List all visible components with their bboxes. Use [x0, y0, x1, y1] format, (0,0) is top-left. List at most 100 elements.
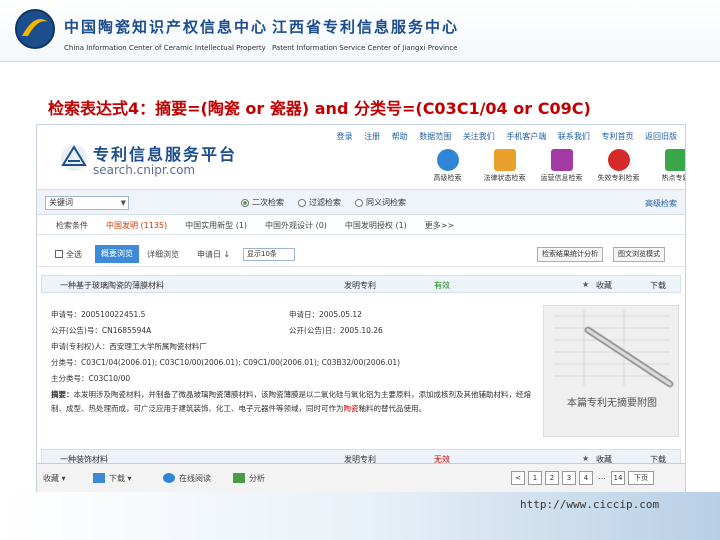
per-page-value: 显示10条 [247, 250, 277, 258]
stats-analysis-button[interactable]: 检索结果统计分析 [537, 247, 603, 262]
pub-date-field: 公开(公告)日：2005.10.26 [289, 326, 383, 335]
top-link[interactable]: 数据范围 [419, 132, 451, 141]
app-date-value: 2005.05.12 [319, 310, 362, 319]
top-link[interactable]: 联系我们 [558, 132, 590, 141]
top-link[interactable]: 关注我们 [463, 132, 495, 141]
ipc-field: 分类号：C03C1/04(2006.01); C03C10/00(2006.01… [51, 358, 401, 367]
app-no-value: 200510022451.5 [81, 310, 146, 319]
top-link[interactable]: 返回旧版 [645, 132, 677, 141]
folder-icon [550, 149, 573, 171]
tab-more[interactable]: 更多>> [416, 217, 463, 234]
search-mode-radios: 二次检索 过滤检索 同义词检索 [241, 197, 420, 208]
keyword-highlight: 陶瓷 [343, 404, 359, 413]
abstract-drawing-placeholder: 本篇专利无摘要附图 [543, 305, 679, 437]
pagination: < 1 2 3 4 … 14 下页 [511, 471, 657, 485]
advanced-search-link[interactable]: 高级检索 [645, 198, 677, 209]
nav-label: 运营信息检索 [540, 174, 583, 182]
favorite-button[interactable]: 收藏 [596, 280, 612, 291]
applicant-value: 西安理工大学所属陶瓷材料厂 [109, 342, 207, 351]
chart-icon [233, 473, 245, 483]
search-bar: 关键词 ▼ 二次检索 过滤检索 同义词检索 高级检索 [37, 189, 685, 215]
main-nav: 高级检索 法律状态检索 运营信息检索 失效专利检索 热点专题 [419, 149, 686, 189]
brand-url: search.cnipr.com [93, 163, 196, 177]
org-logo-icon [15, 9, 55, 49]
checkbox-icon [55, 250, 63, 258]
analysis-button[interactable]: 分析 [233, 473, 265, 484]
top-link[interactable]: 登录 [337, 132, 353, 141]
ipc-value: C03C1/04(2006.01); C03C10/00(2006.01); C… [81, 358, 401, 367]
chevron-down-icon: ▼ [120, 199, 126, 207]
page-prev[interactable]: < [511, 471, 525, 485]
page-ellipsis: … [598, 473, 606, 481]
radio-label: 过滤检索 [309, 198, 341, 207]
no-drawing-label: 本篇专利无摘要附图 [567, 398, 657, 409]
app-date-field: 申请日：2005.05.12 [289, 310, 362, 319]
page-button[interactable]: 14 [611, 471, 625, 485]
nav-legal-search[interactable]: 法律状态检索 [476, 149, 533, 189]
record-header: 一种基于玻璃陶瓷的薄膜材料 发明专利 有效 ★ 收藏 下载 [41, 275, 681, 293]
tab-cn-invention[interactable]: 中国发明 (1135) [97, 217, 176, 234]
alert-icon [607, 149, 630, 171]
star-icon[interactable]: ★ [582, 454, 589, 463]
nav-label: 法律状态检索 [483, 174, 526, 182]
summary-view-button[interactable]: 概要浏览 [95, 245, 139, 263]
record-legal-type: 发明专利 [344, 281, 376, 290]
pub-no-field: 公开(公告)号：CN1685594A [51, 326, 152, 335]
star-icon[interactable]: ★ [582, 280, 589, 289]
radio-synonym-search[interactable]: 同义词检索 [355, 197, 406, 208]
per-page-select[interactable]: 显示10条 [243, 248, 295, 261]
tab-cn-design[interactable]: 中国外观设计 (0) [256, 217, 336, 234]
radio-filter-search[interactable]: 过滤检索 [298, 197, 341, 208]
slide-header: 中国陶瓷知识产权信息中心 China Information Center of… [0, 0, 720, 62]
nav-invalid-search[interactable]: 失效专利检索 [590, 149, 647, 189]
main-class-field: 主分类号：C03C10/00 [51, 374, 131, 383]
tab-cn-granted[interactable]: 中国发明授权 (1) [336, 217, 416, 234]
pub-no-value: CN1685594A [101, 326, 152, 335]
radio-dot-icon [298, 198, 306, 207]
select-all-checkbox[interactable]: 全选 [55, 249, 82, 260]
bottom-favorite-button[interactable]: 收藏 ▾ [43, 473, 66, 484]
top-link[interactable]: 注册 [364, 132, 380, 141]
image-view-button[interactable]: 图文浏览模式 [613, 247, 665, 262]
select-all-label: 全选 [66, 250, 82, 259]
nav-operation-search[interactable]: 运营信息检索 [533, 149, 590, 189]
online-read-button[interactable]: 在线阅读 [163, 473, 211, 484]
radio-label: 同义词检索 [366, 198, 406, 207]
brand-name: 专利信息服务平台 [93, 145, 238, 164]
site-topbar: 登录 注册 帮助 数据范围 关注我们 手机客户端 联系我们 专利首页 返回旧版 … [37, 125, 685, 187]
field-select-value: 关键词 [49, 198, 73, 207]
radio-secondary-search[interactable]: 二次检索 [241, 197, 284, 208]
nav-hot-topics[interactable]: 热点专题 [647, 149, 686, 189]
bottom-download-button[interactable]: 下载 ▾ [93, 473, 132, 484]
sort-by-date[interactable]: 申请日 ↓ [197, 249, 230, 260]
reader-icon [163, 473, 175, 483]
page-button[interactable]: 3 [562, 471, 576, 485]
page-next[interactable]: 下页 [628, 471, 654, 485]
main-class-value: C03C10/00 [88, 374, 131, 383]
status-badge: 有效 [434, 281, 450, 290]
page-button[interactable]: 1 [528, 471, 542, 485]
nav-label: 失效专利检索 [597, 174, 640, 182]
detail-view-button[interactable]: 详细浏览 [147, 249, 179, 260]
slide-title: 检索表达式4：摘要=(陶瓷 or 瓷器) and 分类号=(C03C1/04 o… [48, 99, 591, 118]
top-link[interactable]: 帮助 [392, 132, 408, 141]
magnifier-icon [493, 149, 516, 171]
nav-advanced-search[interactable]: 高级检索 [419, 149, 476, 189]
org1-name-en: China Information Center of Ceramic Inte… [64, 44, 266, 52]
nav-label: 热点专题 [661, 174, 686, 182]
patent-search-screenshot: 登录 注册 帮助 数据范围 关注我们 手机客户端 联系我们 专利首页 返回旧版 … [36, 124, 686, 494]
tab-conditions[interactable]: 检索条件 [47, 217, 97, 234]
top-link[interactable]: 专利首页 [601, 132, 633, 141]
download-button[interactable]: 下载 [650, 280, 666, 291]
record-title[interactable]: 一种基于玻璃陶瓷的薄膜材料 [60, 280, 164, 291]
app-no-field: 申请号：200510022451.5 [51, 310, 146, 319]
footer-url: http://www.ciccip.com [520, 498, 660, 511]
bottom-toolbar: 收藏 ▾ 下载 ▾ 在线阅读 分析 < 1 2 3 4 … 14 下页 [37, 463, 685, 493]
field-select[interactable]: 关键词 ▼ [45, 196, 129, 210]
page-button[interactable]: 2 [545, 471, 559, 485]
top-link[interactable]: 手机客户端 [506, 132, 546, 141]
tab-cn-utility[interactable]: 中国实用新型 (1) [176, 217, 256, 234]
org2-name-en: Patent Information Service Center of Jia… [272, 44, 458, 52]
download-icon [93, 473, 105, 483]
page-button[interactable]: 4 [579, 471, 593, 485]
